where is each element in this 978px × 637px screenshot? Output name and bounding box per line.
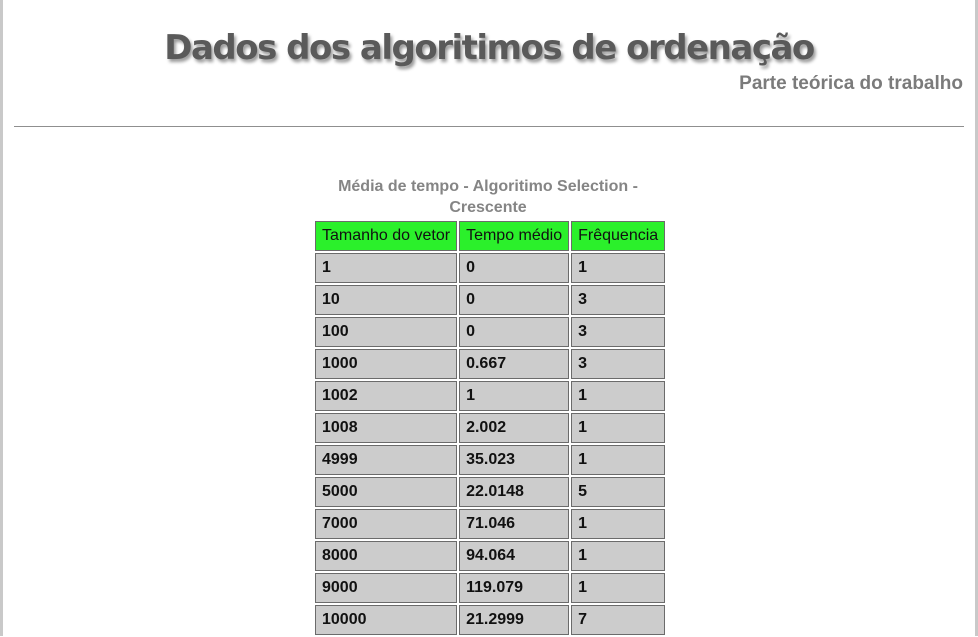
cell-frequencia: 1	[571, 253, 666, 283]
cell-tamanho: 4999	[315, 445, 458, 475]
column-header-tamanho: Tamanho do vetor	[315, 221, 458, 251]
cell-tamanho: 10	[315, 285, 458, 315]
table-row: 7000 71.046 1	[315, 509, 666, 539]
cell-frequencia: 7	[571, 605, 666, 635]
table-row: 9000 119.079 1	[315, 573, 666, 603]
cell-frequencia: 3	[571, 285, 666, 315]
cell-frequencia: 3	[571, 349, 666, 379]
cell-tamanho: 9000	[315, 573, 458, 603]
cell-tempo: 22.0148	[459, 477, 570, 507]
table-row: 8000 94.064 1	[315, 541, 666, 571]
cell-tamanho: 5000	[315, 477, 458, 507]
table-row: 10 0 3	[315, 285, 666, 315]
column-header-tempo: Tempo médio	[459, 221, 570, 251]
cell-tempo: 1	[459, 381, 570, 411]
table-row: 10000 21.2999 7	[315, 605, 666, 635]
table-header-row: Tamanho do vetor Tempo médio Frêquencia	[315, 221, 666, 251]
cell-tempo: 0	[459, 317, 570, 347]
cell-tamanho: 1000	[315, 349, 458, 379]
table-caption: Média de tempo - Algoritimo Selection - …	[338, 178, 638, 216]
cell-tamanho: 8000	[315, 541, 458, 571]
header-divider	[14, 126, 964, 127]
page-subtitle: Parte teórica do trabalho	[739, 73, 963, 94]
table-row: 5000 22.0148 5	[315, 477, 666, 507]
table-row: 101	[315, 253, 666, 283]
results-table-container: Média de tempo - Algoritimo Selection - …	[313, 176, 666, 637]
page-title: Dados dos algoritimos de ordenação	[164, 28, 815, 68]
table-row: 1000 0.667 3	[315, 349, 666, 379]
cell-frequencia: 1	[571, 381, 666, 411]
cell-tempo: 21.2999	[459, 605, 570, 635]
cell-tamanho: 1002	[315, 381, 458, 411]
cell-tempo: 94.064	[459, 541, 570, 571]
window-frame-left	[0, 0, 3, 636]
cell-frequencia: 3	[571, 317, 666, 347]
table-row: 1008 2.002 1	[315, 413, 666, 443]
cell-tamanho: 1008	[315, 413, 458, 443]
cell-tempo: 35.023	[459, 445, 570, 475]
cell-tempo: 119.079	[459, 573, 570, 603]
table-row: 4999 35.023 1	[315, 445, 666, 475]
cell-tamanho: 10000	[315, 605, 458, 635]
cell-frequencia: 1	[571, 445, 666, 475]
cell-tamanho: 1	[315, 253, 458, 283]
results-table: Tamanho do vetor Tempo médio Frêquencia …	[313, 219, 667, 637]
cell-tamanho: 100	[315, 317, 458, 347]
cell-tamanho: 7000	[315, 509, 458, 539]
cell-frequencia: 1	[571, 541, 666, 571]
cell-tempo: 71.046	[459, 509, 570, 539]
table-row: 1002 1 1	[315, 381, 666, 411]
cell-tempo: 0	[459, 253, 570, 283]
cell-tempo: 0.667	[459, 349, 570, 379]
cell-frequencia: 1	[571, 509, 666, 539]
cell-tempo: 2.002	[459, 413, 570, 443]
cell-tempo: 0	[459, 285, 570, 315]
cell-frequencia: 1	[571, 413, 666, 443]
cell-frequencia: 5	[571, 477, 666, 507]
cell-frequencia: 1	[571, 573, 666, 603]
column-header-frequencia: Frêquencia	[571, 221, 666, 251]
table-body: 1 0 1 10 0 3 100 0 3 1000 0.667 3 1002 1 1 1008 2.002 1 49…	[315, 253, 666, 635]
table-row: 100 0 3	[315, 317, 666, 347]
